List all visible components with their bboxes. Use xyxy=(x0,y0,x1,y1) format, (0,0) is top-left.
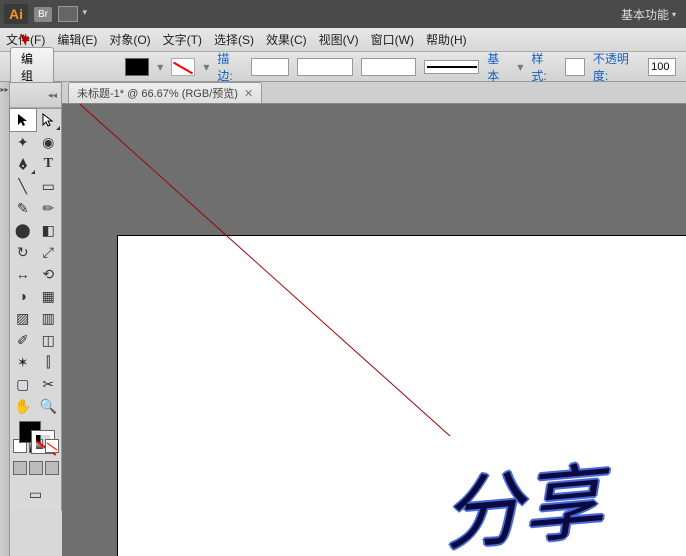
menu-help[interactable]: 帮助(H) xyxy=(426,31,467,48)
perspective-tool[interactable]: ▦ xyxy=(36,285,62,307)
blob-brush-tool[interactable]: ⬤ xyxy=(10,219,36,241)
menubar: 文件(F) 编辑(E) 对象(O) 文字(T) 选择(S) 效果(C) 视图(V… xyxy=(0,28,686,52)
stroke-style-link[interactable]: 基本 xyxy=(487,50,509,84)
rect-tool[interactable]: ▭ xyxy=(36,175,62,197)
menu-type[interactable]: 文字(T) xyxy=(163,31,202,48)
doc-tab-1[interactable]: 未标题-1* @ 66.67% (RGB/预览) ✕ xyxy=(68,82,262,103)
stroke-weight-field[interactable] xyxy=(251,58,290,76)
zoom-tool[interactable]: 🔍 xyxy=(36,395,62,417)
pen-tool[interactable] xyxy=(10,153,36,175)
menu-object[interactable]: 对象(O) xyxy=(109,31,150,48)
opacity-field[interactable]: 100 xyxy=(648,58,676,76)
magic-wand-tool[interactable]: ✦ xyxy=(10,131,36,153)
type-tool[interactable]: T xyxy=(36,153,62,175)
color-mode-none[interactable] xyxy=(45,439,59,453)
graph-tool[interactable]: ⫿ xyxy=(36,351,62,373)
menu-effect[interactable]: 效果(C) xyxy=(266,31,307,48)
pencil-tool[interactable]: ✏ xyxy=(36,197,62,219)
expand-chevron-icon[interactable]: ▸▸ xyxy=(0,82,9,94)
mesh-tool[interactable]: ▨ xyxy=(10,307,36,329)
eraser-tool[interactable]: ◧ xyxy=(36,219,62,241)
screen-mode-button[interactable]: ▭ xyxy=(10,483,61,505)
panel-dock-collapsed[interactable]: ▸▸ xyxy=(0,82,10,556)
style-label[interactable]: 样式: xyxy=(531,50,556,84)
doc-tabs: 未标题-1* @ 66.67% (RGB/预览) ✕ xyxy=(62,82,686,104)
toolbox-header[interactable]: ◂◂ xyxy=(10,82,62,108)
app-icon: Ai xyxy=(4,4,28,24)
style-swatch[interactable] xyxy=(565,58,585,76)
screen-mode-row xyxy=(10,461,61,479)
menu-select[interactable]: 选择(S) xyxy=(214,31,254,48)
draw-behind[interactable] xyxy=(29,461,43,475)
stroke-width-dropdown[interactable] xyxy=(297,58,352,76)
slice-tool[interactable]: ✂ xyxy=(36,373,62,395)
stroke-label[interactable]: 描边: xyxy=(217,50,242,84)
symbol-sprayer-tool[interactable]: ✶ xyxy=(10,351,36,373)
stroke-preview[interactable] xyxy=(424,60,479,74)
canvas[interactable]: 分享 xyxy=(62,104,686,556)
stroke-swatch[interactable] xyxy=(171,58,195,76)
line-tool[interactable]: ╲ xyxy=(10,175,36,197)
layout-icon[interactable] xyxy=(58,6,78,22)
close-icon[interactable]: ✕ xyxy=(244,87,253,100)
artboard-tool[interactable]: ▢ xyxy=(10,373,36,395)
workspace-switcher[interactable]: 基本功能 xyxy=(615,3,682,26)
titlebar: Ai Br 基本功能 xyxy=(0,0,686,28)
menu-window[interactable]: 窗口(W) xyxy=(371,31,414,48)
control-bar: 编组 ▾ ▾ 描边: 基本 ▾ 样式: 不透明度: 100 xyxy=(0,52,686,82)
selection-tool[interactable] xyxy=(10,109,36,131)
rotate-tool[interactable]: ↻ xyxy=(10,241,36,263)
shape-builder-tool[interactable]: ◑ xyxy=(10,285,36,307)
menu-view[interactable]: 视图(V) xyxy=(319,31,359,48)
stroke-dash-dropdown[interactable] xyxy=(361,58,416,76)
width-tool[interactable]: ↔ xyxy=(10,263,36,285)
direct-selection-tool[interactable] xyxy=(36,109,62,131)
free-transform-tool[interactable]: ⟲ xyxy=(36,263,62,285)
opacity-label[interactable]: 不透明度: xyxy=(593,50,640,84)
doc-tab-label: 未标题-1* @ 66.67% (RGB/预览) xyxy=(77,85,238,101)
draw-normal[interactable] xyxy=(13,461,27,475)
artwork-text[interactable]: 分享 xyxy=(437,437,607,556)
eyedropper-tool[interactable]: ✐ xyxy=(10,329,36,351)
draw-inside[interactable] xyxy=(45,461,59,475)
hand-tool[interactable]: ✋ xyxy=(10,395,36,417)
bridge-icon[interactable]: Br xyxy=(34,7,52,22)
document-area: 未标题-1* @ 66.67% (RGB/预览) ✕ 分享 xyxy=(62,82,686,556)
scale-tool[interactable]: ⤢ xyxy=(36,241,62,263)
menu-edit[interactable]: 编辑(E) xyxy=(57,31,97,48)
blend-tool[interactable]: ◫ xyxy=(36,329,62,351)
toolbox: ✦ ◉ T ╲ ▭ ✎ ✏ ⬤ ◧ ↻ ⤢ ↔ ⟲ ◑ ▦ ▨ ▥ ✐ ◫ ✶ … xyxy=(10,108,62,511)
fill-swatch[interactable] xyxy=(125,58,149,76)
lasso-tool[interactable]: ◉ xyxy=(36,131,62,153)
brush-tool[interactable]: ✎ xyxy=(10,197,36,219)
gradient-tool[interactable]: ▥ xyxy=(36,307,62,329)
group-button[interactable]: 编组 xyxy=(10,47,54,87)
